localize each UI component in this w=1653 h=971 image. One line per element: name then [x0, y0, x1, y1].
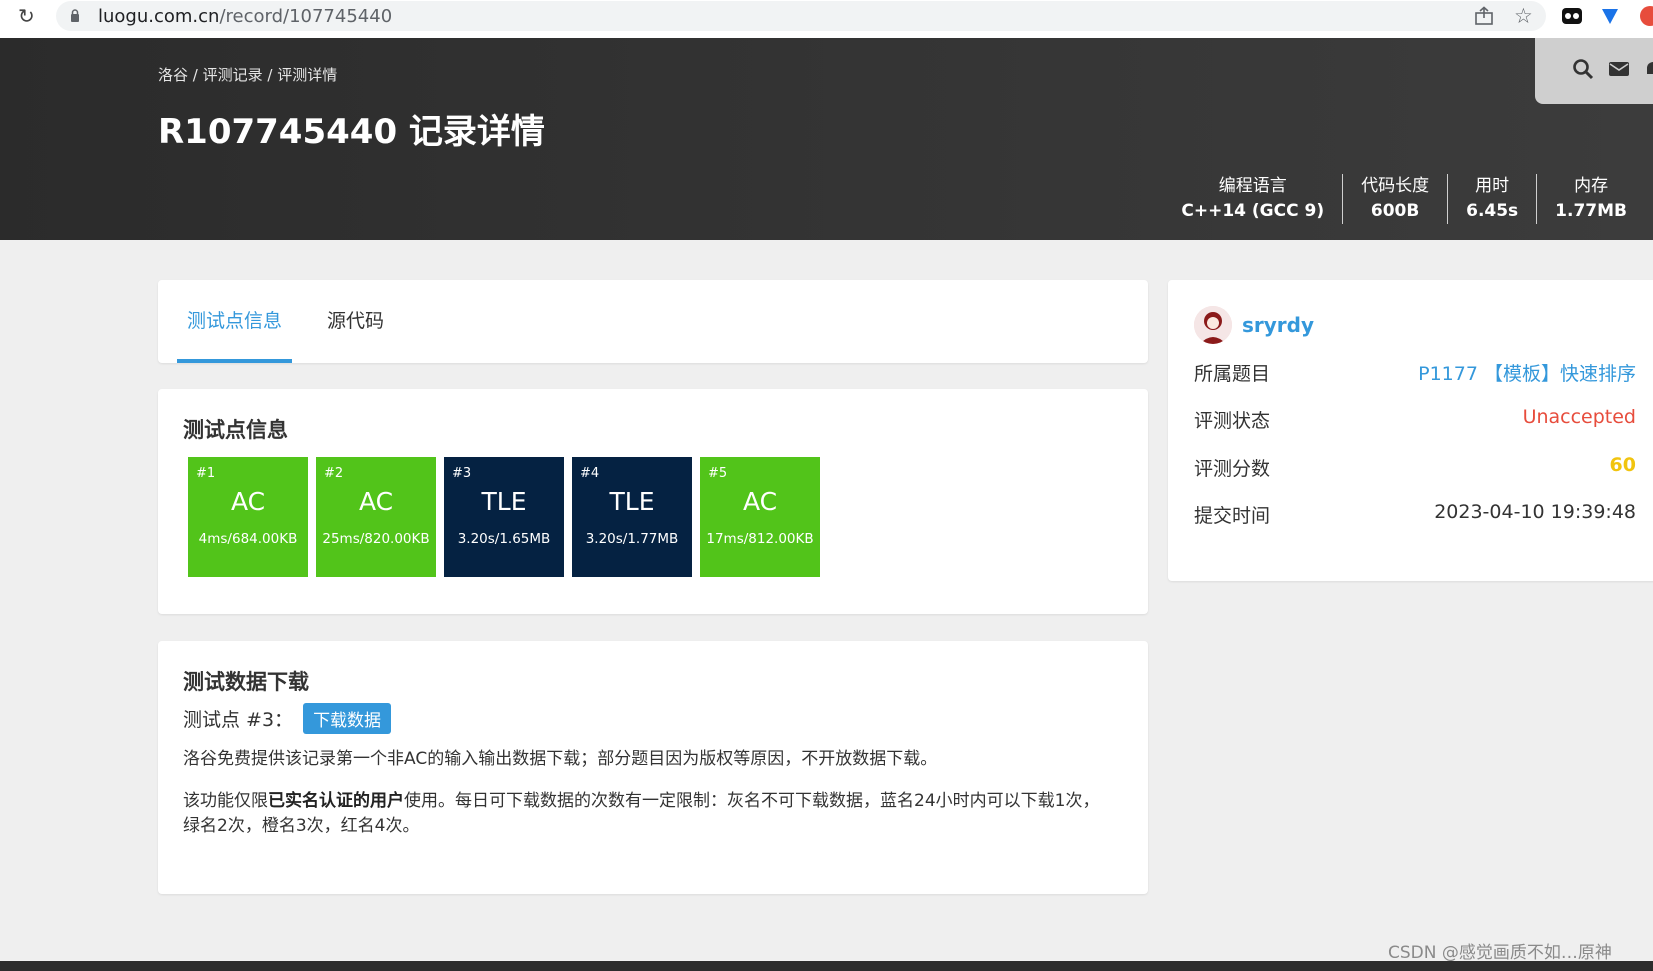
- stat-value: 1.77MB: [1555, 201, 1627, 221]
- testcase-stats: 3.20s/1.65MB: [457, 531, 551, 547]
- bell-icon[interactable]: [1642, 58, 1653, 80]
- share-icon[interactable]: [1474, 6, 1494, 26]
- testcase-number: #3: [452, 466, 472, 481]
- testcase-result: AC: [230, 487, 266, 516]
- breadcrumb-records[interactable]: 评测记录: [203, 66, 263, 84]
- record-header: 洛谷 / 评测记录 / 评测详情 R107745440 记录详情 编程语言 C+…: [0, 38, 1653, 240]
- stat-label: 代码长度: [1361, 176, 1430, 196]
- testcase-number: #1: [196, 466, 216, 481]
- tab-testcases[interactable]: 测试点信息: [176, 280, 293, 363]
- info-label: 提交时间: [1194, 505, 1271, 527]
- score-value: 60: [1609, 454, 1636, 476]
- record-info-card: sryrdy 所属题目 P1177 【模板】快速排序 评测状态 Unaccept…: [1168, 280, 1653, 581]
- stat-value: C++14 (GCC 9): [1181, 201, 1325, 221]
- url-path: /record/107745440: [219, 6, 393, 27]
- testcase-number: #5: [708, 466, 728, 481]
- testcase-block[interactable]: #3 TLE 3.20s/1.65MB: [444, 457, 564, 577]
- testcase-stats: 3.20s/1.77MB: [585, 531, 679, 547]
- testcase-block[interactable]: #5 AC 17ms/812.00KB: [700, 457, 820, 577]
- stat-value: 600B: [1370, 201, 1420, 221]
- user-info: sryrdy: [1194, 306, 1314, 344]
- info-row-score: 评测分数 60: [1194, 454, 1636, 481]
- download-row: 测试点 #3： 下载数据: [183, 703, 392, 734]
- status-value: Unaccepted: [1522, 406, 1636, 428]
- testcase-number: #4: [580, 466, 600, 481]
- download-limit-note: 该功能仅限已实名认证的用户使用。每日可下载数据的次数有一定限制：灰名不可下载数据…: [183, 789, 1113, 839]
- bookmark-star-icon[interactable]: ☆: [1514, 4, 1533, 28]
- breadcrumb-separator: /: [262, 66, 278, 84]
- info-row-submit-time: 提交时间 2023-04-10 19:39:48: [1194, 501, 1636, 528]
- download-data-button[interactable]: 下载数据: [303, 703, 392, 734]
- info-label: 评测状态: [1194, 410, 1271, 432]
- testcase-block[interactable]: #2 AC 25ms/820.00KB: [316, 457, 436, 577]
- stat-time: 用时 6.45s: [1447, 174, 1536, 224]
- note-emphasis: 已实名认证的用户: [268, 791, 404, 811]
- testcase-result: TLE: [609, 487, 655, 516]
- testcase-result: AC: [742, 487, 778, 516]
- info-label: 所属题目: [1194, 363, 1271, 385]
- reload-icon[interactable]: ↻: [18, 5, 40, 27]
- stat-value: 6.45s: [1466, 201, 1519, 221]
- testcase-number: #2: [324, 466, 344, 481]
- note-text: 该功能仅限: [183, 791, 268, 811]
- extension-icon[interactable]: [1561, 6, 1583, 26]
- address-bar[interactable]: luogu.com.cn/record/107745440 ☆: [56, 1, 1546, 31]
- download-card: 测试数据下载 测试点 #3： 下载数据 洛谷免费提供该记录第一个非AC的输入输出…: [158, 641, 1148, 894]
- breadcrumb-separator: /: [188, 66, 203, 84]
- testcase-stats: 25ms/820.00KB: [322, 531, 430, 547]
- info-row-status: 评测状态 Unaccepted: [1194, 406, 1636, 433]
- extension-icon[interactable]: [1600, 6, 1620, 26]
- stat-code-length: 代码长度 600B: [1342, 174, 1447, 224]
- header-tools: [1535, 38, 1653, 104]
- testcase-stats: 17ms/812.00KB: [706, 531, 814, 547]
- testcase-list: #1 AC 4ms/684.00KB #2 AC 25ms/820.00KB #…: [188, 457, 828, 577]
- section-title: 测试点信息: [183, 418, 288, 442]
- url-text: luogu.com.cn/record/107745440: [98, 6, 392, 27]
- testcase-stats: 4ms/684.00KB: [198, 531, 298, 547]
- page-title: R107745440 记录详情: [158, 112, 545, 152]
- info-label: 评测分数: [1194, 458, 1271, 480]
- avatar[interactable]: [1194, 306, 1232, 344]
- username-link[interactable]: sryrdy: [1242, 313, 1314, 337]
- testcase-block[interactable]: #1 AC 4ms/684.00KB: [188, 457, 308, 577]
- stat-language: 编程语言 C++14 (GCC 9): [1163, 174, 1342, 224]
- testcases-card: 测试点信息 #1 AC 4ms/684.00KB #2 AC 25ms/820.…: [158, 389, 1148, 614]
- stat-memory: 内存 1.77MB: [1536, 174, 1645, 224]
- mail-icon[interactable]: [1608, 58, 1630, 80]
- section-title: 测试数据下载: [183, 670, 309, 694]
- record-stats: 编程语言 C++14 (GCC 9) 代码长度 600B 用时 6.45s 内存…: [1163, 174, 1645, 224]
- download-case-label: 测试点 #3：: [183, 709, 294, 731]
- extension-icon[interactable]: [1640, 6, 1653, 26]
- search-icon[interactable]: [1572, 58, 1594, 80]
- stat-label: 内存: [1574, 176, 1609, 196]
- submit-time-value: 2023-04-10 19:39:48: [1434, 501, 1636, 523]
- lock-icon: [71, 9, 79, 22]
- watermark: CSDN @感觉画质不如…原神: [1388, 943, 1612, 963]
- avatar-image-icon: [1194, 306, 1232, 344]
- breadcrumb-home[interactable]: 洛谷: [158, 66, 188, 84]
- url-host: luogu.com.cn: [98, 6, 220, 27]
- testcase-result: AC: [358, 487, 394, 516]
- testcase-block[interactable]: #4 TLE 3.20s/1.77MB: [572, 457, 692, 577]
- info-row-problem: 所属题目 P1177 【模板】快速排序: [1194, 359, 1636, 386]
- breadcrumb: 洛谷 / 评测记录 / 评测详情: [158, 64, 337, 85]
- download-note: 洛谷免费提供该记录第一个非AC的输入输出数据下载；部分题目因为版权等原因，不开放…: [183, 749, 938, 769]
- tabs-card: 测试点信息 源代码: [158, 280, 1148, 363]
- tab-source-code[interactable]: 源代码: [327, 280, 384, 363]
- browser-toolbar: ↻ luogu.com.cn/record/107745440 ☆: [0, 0, 1653, 38]
- stat-label: 编程语言: [1218, 176, 1287, 196]
- breadcrumb-current: 评测详情: [277, 66, 338, 84]
- testcase-result: TLE: [481, 487, 527, 516]
- stat-label: 用时: [1475, 176, 1510, 196]
- problem-link[interactable]: P1177 【模板】快速排序: [1418, 359, 1636, 386]
